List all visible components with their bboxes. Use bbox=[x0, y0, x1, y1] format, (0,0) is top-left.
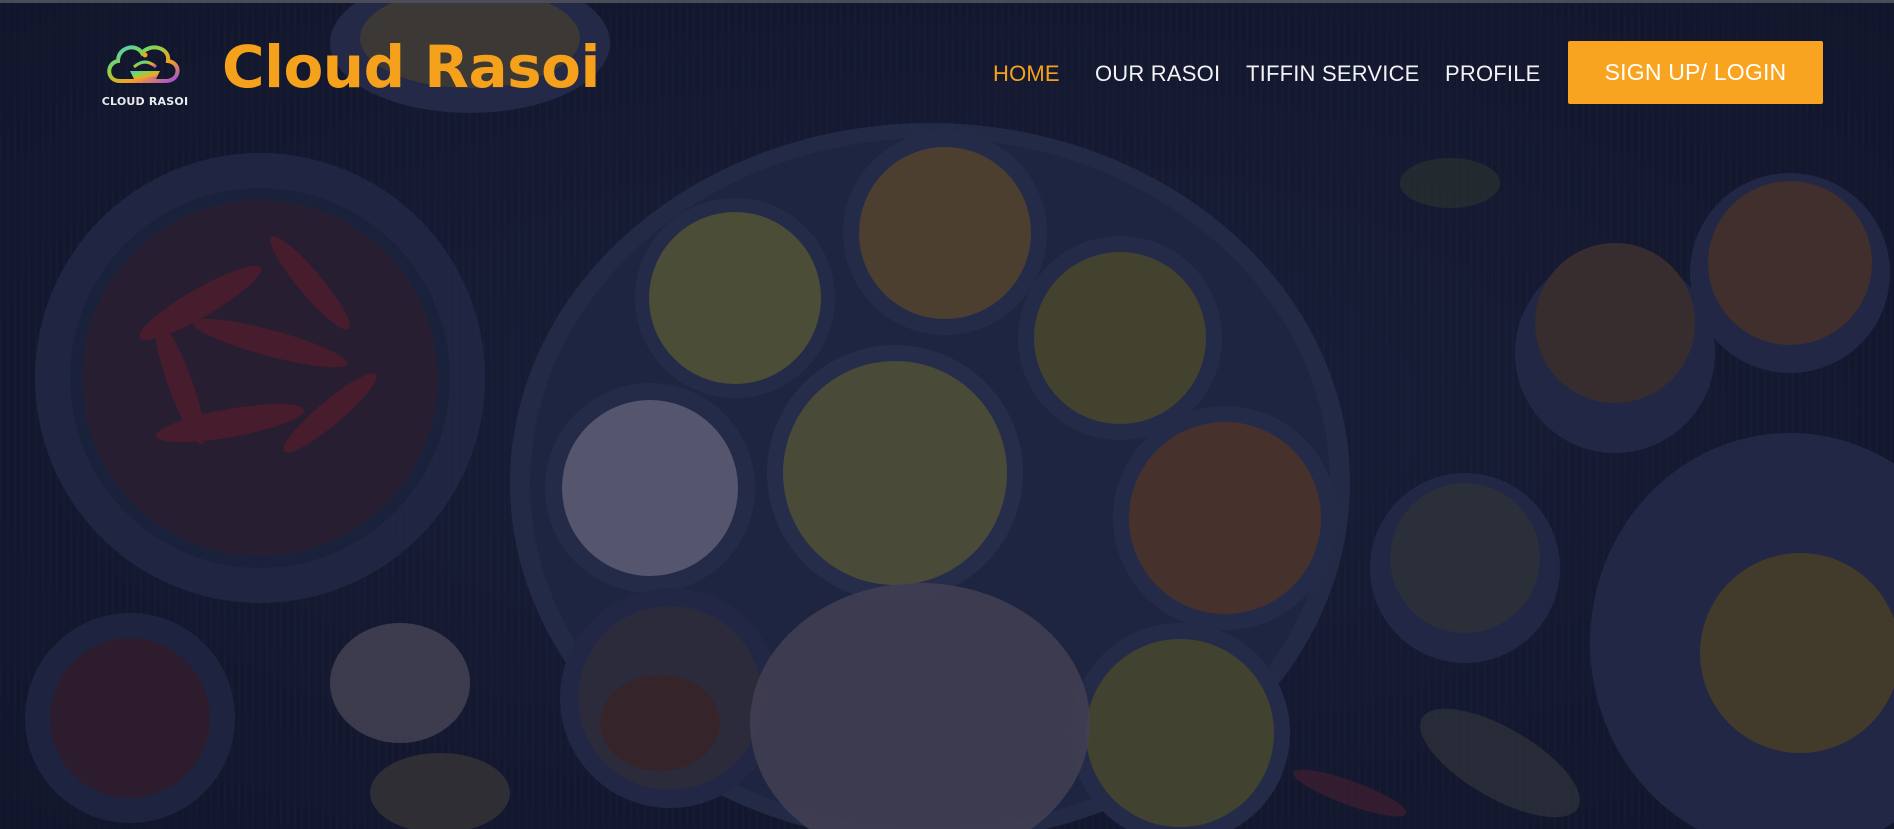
nav-item-home[interactable]: HOME bbox=[993, 61, 1060, 87]
site-header: CLOUD RASOI Cloud Rasoi HOME OUR RASOI T… bbox=[0, 3, 1894, 143]
nav-item-our-rasoi[interactable]: OUR RASOI bbox=[1095, 61, 1220, 87]
brand-name[interactable]: Cloud Rasoi bbox=[222, 33, 600, 101]
cloud-rasoi-logo-icon bbox=[107, 45, 180, 86]
logo-caption: CLOUD RASOI bbox=[101, 95, 189, 108]
logo[interactable]: CLOUD RASOI bbox=[100, 37, 190, 111]
signup-login-button[interactable]: SIGN UP/ LOGIN bbox=[1568, 41, 1823, 104]
nav-item-tiffin-service[interactable]: TIFFIN SERVICE bbox=[1246, 61, 1420, 87]
nav-item-profile[interactable]: PROFILE bbox=[1445, 61, 1541, 87]
